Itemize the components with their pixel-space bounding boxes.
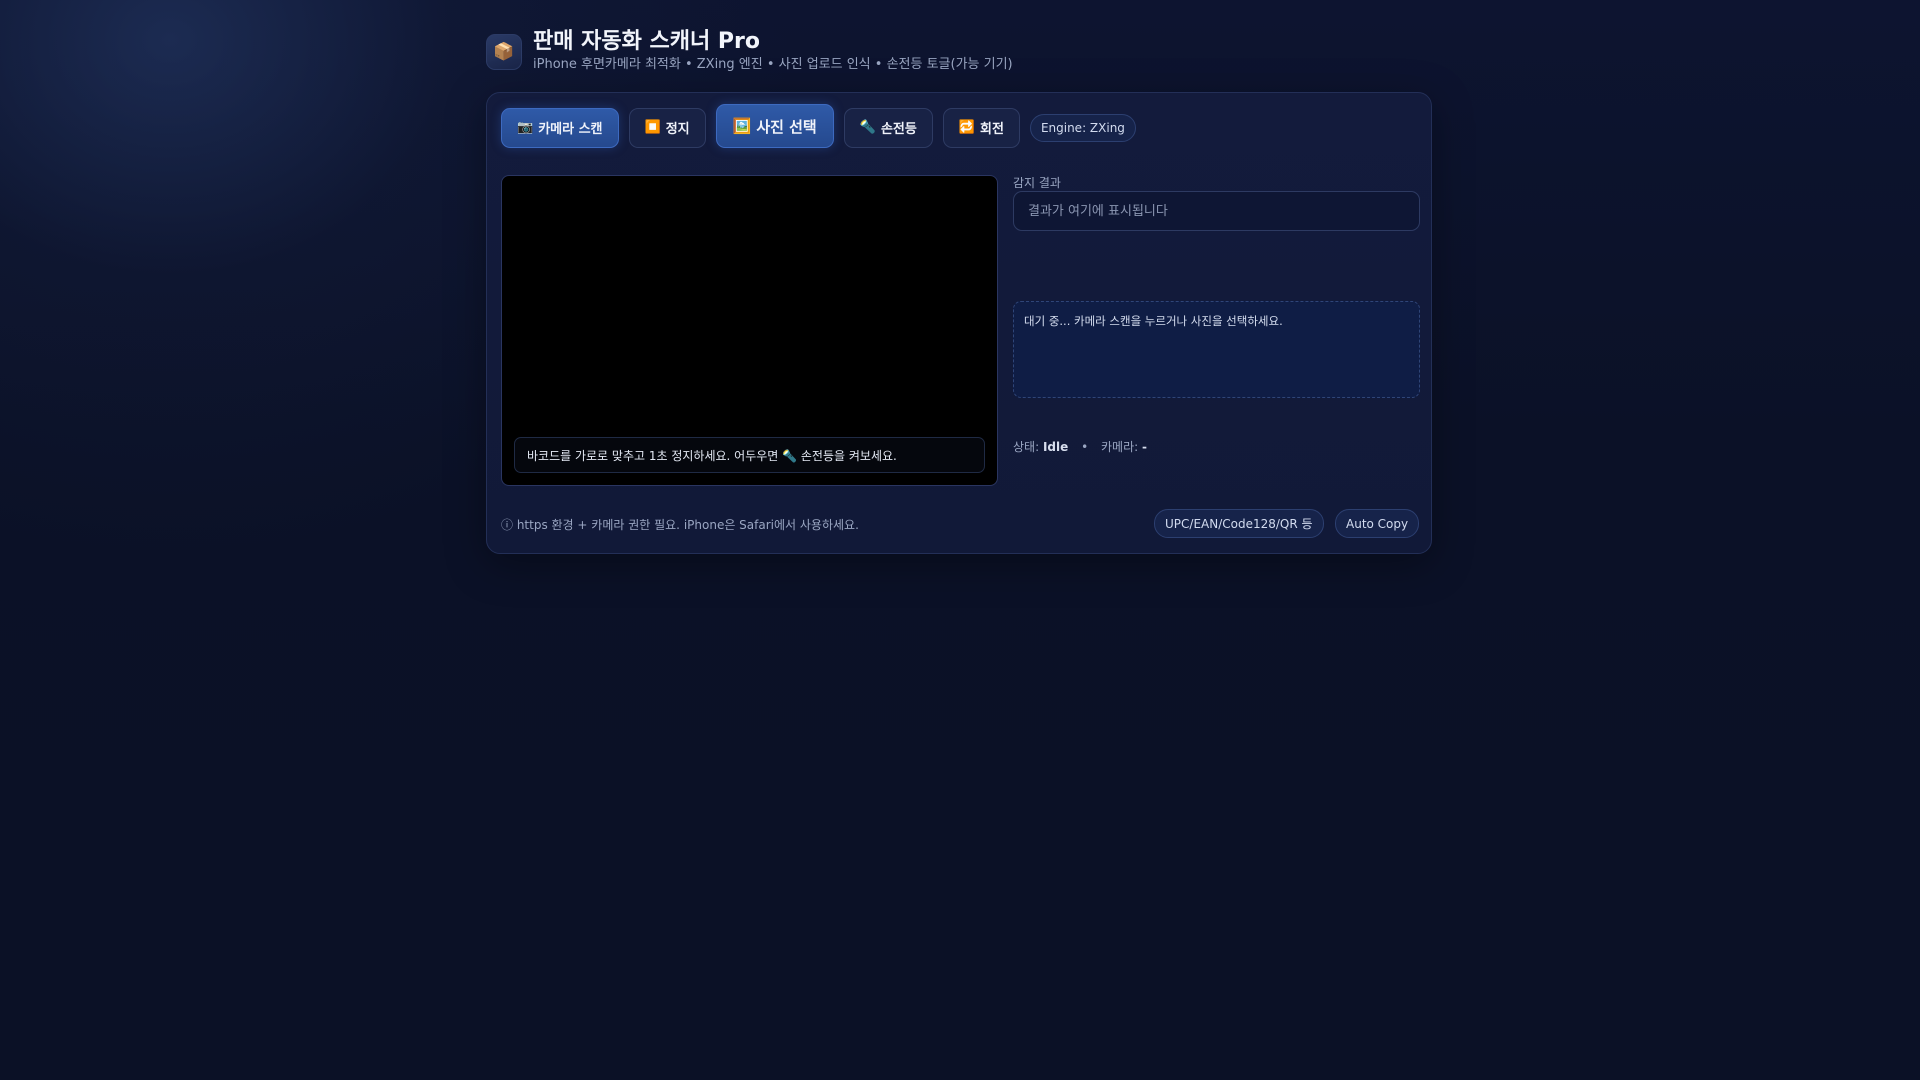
torch-label: 손전등 xyxy=(880,122,917,137)
stop-button[interactable]: ⏹️ 정지 xyxy=(628,107,706,148)
camera-preview[interactable]: 바코드를 가로로 맞추고 1초 정지하세요. 어두우면 🔦 손전등을 켜보세요. xyxy=(501,175,998,486)
camera-icon: 📷 xyxy=(517,120,534,135)
repeat-icon: 🔁 xyxy=(958,120,976,135)
scanner-card: 📷 카메라 스캔 ⏹️ 정지 🖼️ 사진 선택 🔦 손전등 🔁 회전 Engin… xyxy=(486,92,1432,554)
flashlight-icon: 🔦 xyxy=(859,120,876,135)
rotate-label: 회전 xyxy=(980,122,1004,137)
log-panel: 대기 중... 카메라 스캔을 누르거나 사진을 선택하세요. xyxy=(1013,301,1420,398)
page-title: 판매 자동화 스캐너 Pro xyxy=(533,29,760,54)
stop-icon: ⏹️ xyxy=(644,120,661,135)
status-label: 상태: xyxy=(1013,440,1040,454)
scan-hint: 바코드를 가로로 맞추고 1초 정지하세요. 어두우면 🔦 손전등을 켜보세요. xyxy=(514,437,985,473)
rotate-button[interactable]: 🔁 회전 xyxy=(942,107,1020,148)
formats-badge: UPC/EAN/Code128/QR 등 xyxy=(1154,509,1324,538)
engine-badge: Engine: ZXing xyxy=(1029,113,1136,142)
toolbar: 📷 카메라 스캔 ⏹️ 정지 🖼️ 사진 선택 🔦 손전등 🔁 회전 Engin… xyxy=(501,104,1136,148)
package-icon: 📦 xyxy=(486,34,522,70)
camera-scan-button[interactable]: 📷 카메라 스캔 xyxy=(501,107,619,148)
status-line: 상태: Idle • 카메라: - xyxy=(1013,438,1147,455)
torch-button[interactable]: 🔦 손전등 xyxy=(843,107,933,148)
log-text: 대기 중... 카메라 스캔을 누르거나 사진을 선택하세요. xyxy=(1024,314,1283,328)
status-separator: • xyxy=(1081,440,1089,454)
picture-icon: 🖼️ xyxy=(732,117,752,135)
header-text: 판매 자동화 스캐너 Pro iPhone 후면카메라 최적화 • ZXing … xyxy=(533,28,1013,74)
auto-copy-toggle[interactable]: Auto Copy xyxy=(1335,509,1420,538)
photo-select-label: 사진 선택 xyxy=(756,117,817,136)
stop-label: 정지 xyxy=(665,122,690,137)
photo-select-button[interactable]: 🖼️ 사진 선택 xyxy=(715,104,834,148)
camera-value: - xyxy=(1142,440,1147,454)
camera-label: 카메라: xyxy=(1101,440,1139,454)
camera-scan-label: 카메라 스캔 xyxy=(538,122,603,137)
result-label: 감지 결과 xyxy=(1013,176,1061,190)
result-input[interactable] xyxy=(1013,191,1420,231)
app-header: 📦 판매 자동화 스캐너 Pro iPhone 후면카메라 최적화 • ZXin… xyxy=(486,28,1013,74)
status-value: Idle xyxy=(1042,440,1069,454)
page-subtitle: iPhone 후면카메라 최적화 • ZXing 엔진 • 사진 업로드 인식 … xyxy=(533,57,1013,72)
info-note: ⓘ https 환경 + 카메라 권한 필요. iPhone은 Safari에서… xyxy=(501,518,859,532)
